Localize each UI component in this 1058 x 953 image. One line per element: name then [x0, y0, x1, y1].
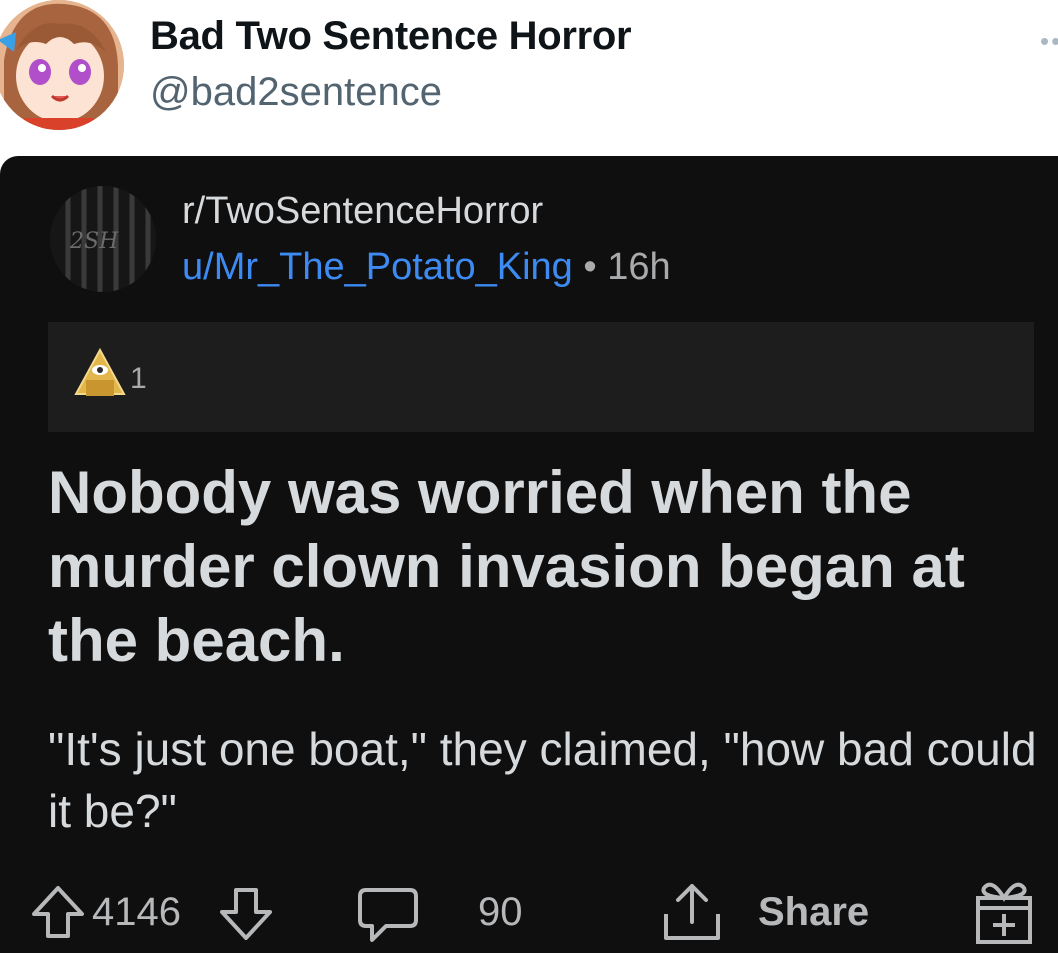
vote-score: 4146 — [92, 890, 181, 934]
post-meta: u/Mr_The_Potato_King • 16h — [182, 246, 671, 289]
meta-separator: • — [572, 246, 608, 288]
display-name[interactable]: Bad Two Sentence Horror — [150, 14, 632, 59]
upvote-arrow-icon[interactable] — [30, 884, 86, 940]
more-dots-icon[interactable]: •• — [1040, 26, 1058, 57]
illuminati-award-icon[interactable] — [72, 346, 128, 402]
downvote-arrow-icon[interactable] — [218, 886, 274, 942]
post-body: "It's just one boat," they claimed, "how… — [48, 723, 1037, 837]
subreddit-icon[interactable]: 2SH — [50, 186, 156, 292]
anime-avatar-image — [0, 0, 124, 130]
avatar[interactable] — [0, 0, 124, 130]
comment-count: 90 — [478, 890, 523, 934]
comment-bubble-icon[interactable] — [356, 884, 420, 946]
user-handle[interactable]: @bad2sentence — [150, 70, 442, 115]
reddit-post-card: 2SH r/TwoSentenceHorror u/Mr_The_Potato_… — [0, 156, 1058, 953]
post-title[interactable]: Nobody was worried when the murder clown… — [48, 456, 1038, 678]
tweet-header: Bad Two Sentence Horror @bad2sentence •• — [0, 0, 1058, 150]
author-link[interactable]: u/Mr_The_Potato_King — [182, 246, 573, 288]
subreddit-name[interactable]: r/TwoSentenceHorror — [182, 190, 543, 233]
share-icon[interactable] — [660, 880, 724, 944]
post-age: 16h — [607, 246, 671, 288]
subreddit-logo-image: 2SH — [50, 186, 156, 292]
award-count: 1 — [130, 362, 147, 395]
share-label[interactable]: Share — [758, 890, 869, 935]
award-bar: 1 — [48, 322, 1034, 432]
subreddit-icon-text: 2SH — [69, 229, 119, 254]
gift-award-icon[interactable] — [972, 876, 1036, 946]
action-bar: 4146 90 Share — [0, 868, 1058, 953]
